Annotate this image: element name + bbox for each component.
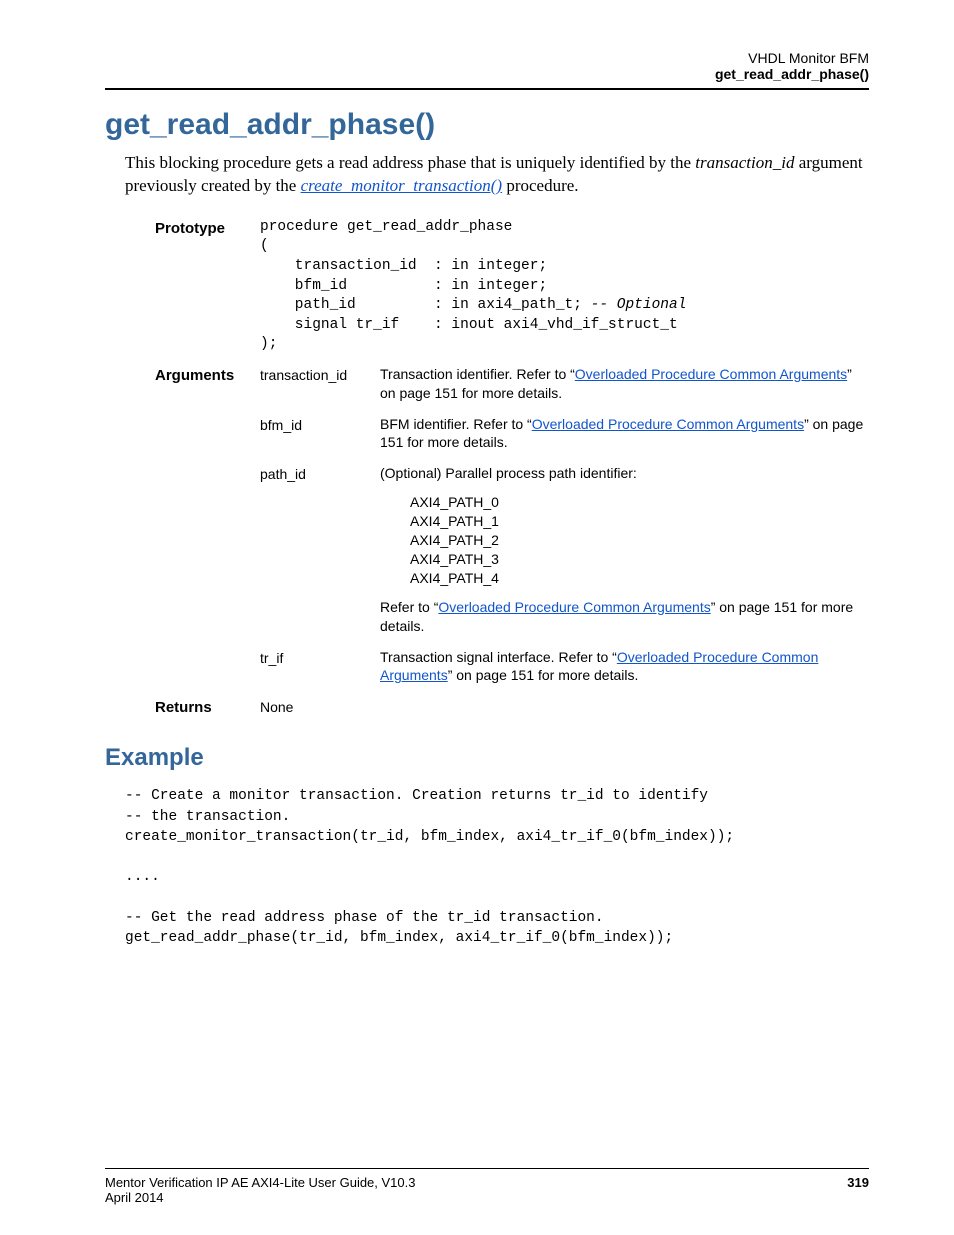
proto-line-7: );	[260, 336, 277, 352]
proto-line-5b: -- Optional	[591, 297, 687, 313]
arg-name-transaction-id: transaction_id	[260, 365, 380, 383]
proto-line-5a: path_id : in axi4_path_t;	[260, 297, 591, 313]
returns-label: Returns	[155, 697, 260, 716]
path-option-3: AXI4_PATH_3	[410, 550, 869, 569]
arg-desc-path-id: (Optional) Parallel process path identif…	[380, 464, 869, 635]
proto-line-6: signal tr_if : inout axi4_vhd_if_struct_…	[260, 317, 678, 333]
proto-line-3: transaction_id : in integer;	[260, 258, 547, 274]
definition-table: Prototype procedure get_read_addr_phase …	[155, 218, 869, 716]
header-topic: get_read_addr_phase()	[105, 66, 869, 82]
path-option-4: AXI4_PATH_4	[410, 569, 869, 588]
proto-line-2: (	[260, 238, 269, 254]
path-id-options: AXI4_PATH_0 AXI4_PATH_1 AXI4_PATH_2 AXI4…	[410, 493, 869, 587]
arguments-row-transaction-id: Arguments transaction_id Transaction ide…	[155, 365, 869, 403]
prototype-label: Prototype	[155, 218, 260, 237]
intro-paragraph: This blocking procedure gets a read addr…	[125, 152, 869, 198]
header-section: VHDL Monitor BFM	[105, 50, 869, 66]
intro-text-1: This blocking procedure gets a read addr…	[125, 153, 695, 172]
footer-rule	[105, 1168, 869, 1169]
arg0-pre: Transaction identifier. Refer to “	[380, 366, 575, 382]
page-footer: Mentor Verification IP AE AXI4-Lite User…	[105, 1168, 869, 1205]
path-option-0: AXI4_PATH_0	[410, 493, 869, 512]
returns-row: Returns None	[155, 697, 869, 716]
arg1-pre: BFM identifier. Refer to “	[380, 416, 532, 432]
example-heading: Example	[105, 744, 869, 772]
overloaded-args-link-1[interactable]: Overloaded Procedure Common Arguments	[532, 416, 804, 432]
arg2-desc2: Refer to “Overloaded Procedure Common Ar…	[380, 598, 869, 636]
returns-value: None	[260, 697, 380, 715]
arguments-row-bfm-id: bfm_id BFM identifier. Refer to “Overloa…	[155, 415, 869, 453]
arguments-row-path-id: path_id (Optional) Parallel process path…	[155, 464, 869, 635]
header-rule	[105, 88, 869, 90]
arguments-label: Arguments	[155, 365, 260, 384]
arg-desc-transaction-id: Transaction identifier. Refer to “Overlo…	[380, 365, 869, 403]
arg-desc-tr-if: Transaction signal interface. Refer to “…	[380, 648, 869, 686]
arguments-row-tr-if: tr_if Transaction signal interface. Refe…	[155, 648, 869, 686]
arg-name-path-id: path_id	[260, 464, 380, 482]
prototype-code: procedure get_read_addr_phase ( transact…	[260, 218, 686, 355]
arg-name-bfm-id: bfm_id	[260, 415, 380, 433]
arg-desc-bfm-id: BFM identifier. Refer to “Overloaded Pro…	[380, 415, 869, 453]
footer-date: April 2014	[105, 1190, 869, 1205]
path-option-1: AXI4_PATH_1	[410, 512, 869, 531]
proto-line-4: bfm_id : in integer;	[260, 278, 547, 294]
arg-name-tr-if: tr_if	[260, 648, 380, 666]
footer-page-number: 319	[847, 1175, 869, 1190]
overloaded-args-link-2[interactable]: Overloaded Procedure Common Arguments	[438, 599, 710, 615]
intro-text-3: procedure.	[502, 176, 578, 195]
create-monitor-transaction-link[interactable]: create_monitor_transaction()	[301, 176, 502, 195]
prototype-row: Prototype procedure get_read_addr_phase …	[155, 218, 869, 355]
overloaded-args-link-0[interactable]: Overloaded Procedure Common Arguments	[575, 366, 847, 382]
page-header: VHDL Monitor BFM get_read_addr_phase()	[105, 50, 869, 82]
path-option-2: AXI4_PATH_2	[410, 531, 869, 550]
arg3-pre: Transaction signal interface. Refer to “	[380, 649, 617, 665]
example-code-block: -- Create a monitor transaction. Creatio…	[125, 786, 869, 948]
arg2-pre: (Optional) Parallel process path identif…	[380, 464, 869, 483]
proto-line-1: procedure get_read_addr_phase	[260, 219, 512, 235]
footer-guide-name: Mentor Verification IP AE AXI4-Lite User…	[105, 1175, 415, 1190]
page-title: get_read_addr_phase()	[105, 108, 869, 142]
arg2-pre2: Refer to “	[380, 599, 438, 615]
intro-italic-1: transaction_id	[695, 153, 794, 172]
arg3-post: ” on page 151 for more details.	[448, 667, 639, 683]
